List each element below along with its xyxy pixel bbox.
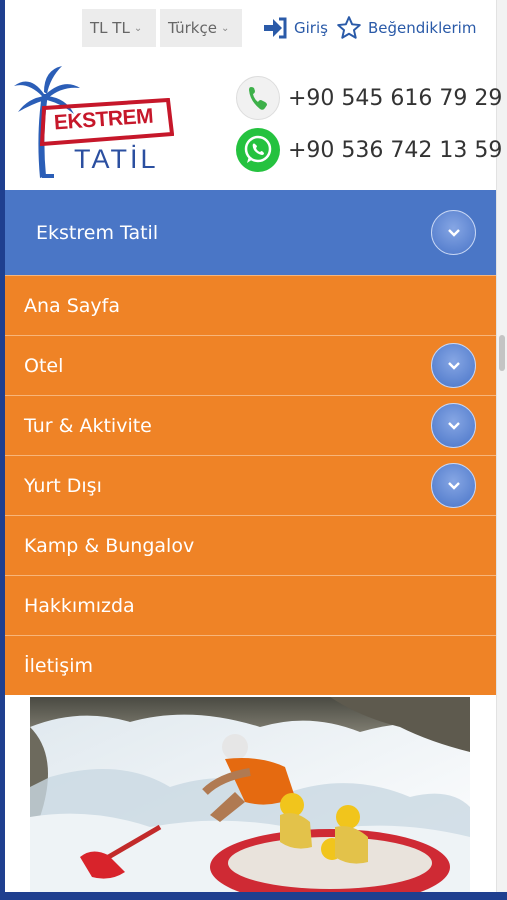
nav-item-label: İletişim — [24, 654, 93, 677]
nav-item[interactable]: Yurt Dışı — [5, 455, 496, 515]
nav-item-toggle[interactable] — [431, 463, 476, 508]
top-bar: TL TL ⌄ Türkçe ⌄ Giriş Beğendiklerim — [82, 9, 476, 47]
nav-item-label: Kamp & Bungalov — [24, 534, 195, 557]
currency-select[interactable]: TL TL ⌄ — [82, 9, 156, 47]
phone-contact[interactable]: +90 545 616 79 29 — [236, 76, 502, 120]
window-frame-bottom — [0, 892, 507, 900]
star-outline-icon — [337, 16, 361, 39]
nav-item[interactable]: İletişim — [5, 635, 496, 695]
chevron-down-icon — [447, 361, 460, 370]
phone-number: +90 545 616 79 29 — [288, 85, 503, 111]
currency-select-value: TL TL — [90, 19, 130, 37]
main-navigation: Ekstrem Tatil Ana Sayfa Otel Tur & Aktivit… — [5, 190, 496, 695]
logo-text-secondary: TATİL — [74, 144, 159, 174]
login-arrow-icon — [264, 17, 287, 39]
nav-item[interactable]: Tur & Aktivite — [5, 395, 496, 455]
nav-item-label: Hakkımızda — [24, 594, 135, 617]
phone-icon — [236, 76, 280, 120]
whatsapp-contact[interactable]: +90 536 742 13 59 — [236, 128, 502, 172]
nav-item-label: Tur & Aktivite — [24, 414, 152, 437]
nav-item-label: Ana Sayfa — [24, 294, 121, 317]
chevron-down-icon: ⌄ — [133, 22, 143, 34]
nav-item-label: Otel — [24, 354, 64, 377]
chevron-down-icon: ⌄ — [220, 22, 230, 34]
favorites-label: Beğendiklerim — [367, 19, 477, 37]
nav-header[interactable]: Ekstrem Tatil — [5, 190, 496, 275]
whatsapp-number: +90 536 742 13 59 — [288, 137, 503, 163]
nav-item-toggle[interactable] — [431, 403, 476, 448]
favorites-link[interactable]: Beğendiklerim — [336, 15, 477, 41]
login-link[interactable]: Giriş — [262, 17, 328, 39]
nav-item[interactable]: Kamp & Bungalov — [5, 515, 496, 575]
scrollbar-thumb[interactable] — [499, 335, 505, 371]
hero-image — [30, 697, 470, 892]
language-select-value: Türkçe — [168, 19, 217, 37]
whatsapp-icon — [236, 128, 280, 172]
nav-header-toggle[interactable] — [431, 210, 476, 255]
nav-header-label: Ekstrem Tatil — [36, 221, 159, 244]
nav-item-toggle[interactable] — [431, 343, 476, 388]
nav-item[interactable]: Hakkımızda — [5, 575, 496, 635]
nav-item[interactable]: Ana Sayfa — [5, 275, 496, 335]
chevron-down-icon — [447, 481, 460, 490]
language-select[interactable]: Türkçe ⌄ — [160, 9, 242, 47]
nav-item-label: Yurt Dışı — [24, 474, 102, 497]
nav-item[interactable]: Otel — [5, 335, 496, 395]
site-logo[interactable]: EKSTREM TATİL — [12, 64, 182, 182]
chevron-down-icon — [447, 421, 460, 430]
login-label: Giriş — [294, 19, 328, 37]
chevron-down-icon — [447, 228, 460, 237]
